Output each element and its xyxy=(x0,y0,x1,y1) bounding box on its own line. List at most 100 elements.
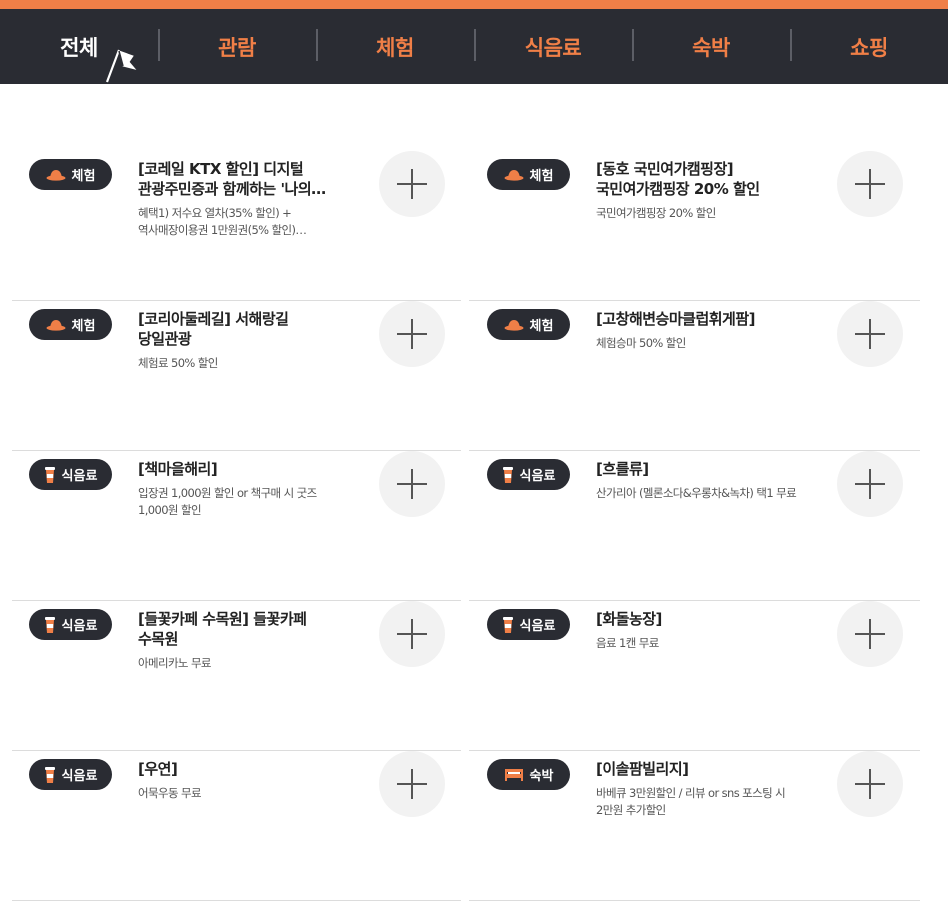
title-line: [코레일 KTX 할인] 디지털 xyxy=(138,160,304,178)
benefit-title[interactable]: [책마을해리] xyxy=(138,459,348,479)
category-label: 체험 xyxy=(71,319,96,334)
top-accent-stripe xyxy=(0,0,948,9)
benefit-list: 체험 [코레일 KTX 할인] 디지털관광주민증과 함께하는 '나의… 혜택1) 저… xyxy=(0,151,948,901)
description-line: 산가리아 (멜론소다&우롱차&녹차) 택1 무료 xyxy=(596,486,797,500)
description-line: 체험료 50% 할인 xyxy=(138,356,218,370)
benefit-description: 어묵우동 무료 xyxy=(138,785,338,802)
category-label: 체험 xyxy=(529,169,554,184)
category-badge: 체험 xyxy=(487,309,570,340)
benefit-card[interactable]: 식음료 [들꽃카페 수목원] 들꽃카페수목원아메리카노 무료 xyxy=(12,601,461,751)
benefit-card[interactable]: 체험 [동호 국민여가캠핑장] 국민여가캠핑장 20% 할인 국민여가캠핑장 20% … xyxy=(469,151,920,301)
benefit-card[interactable]: 체험 [고창해변승마클럽휘게팜] 체험승마 50% 할인 xyxy=(469,301,920,451)
plus-icon xyxy=(397,319,427,349)
hat-icon xyxy=(46,169,66,181)
description-line: 1,000원 할인 xyxy=(138,503,202,517)
benefit-card[interactable]: 식음료 [우연] 어묵우동 무료 xyxy=(12,751,461,901)
expand-button[interactable] xyxy=(837,751,903,817)
category-label: 식음료 xyxy=(519,619,556,634)
benefit-title[interactable]: [화돌농장] xyxy=(596,609,816,629)
description-line: 입장권 1,000원 할인 or 책구매 시 굿즈 xyxy=(138,486,317,500)
category-badge: 체험 xyxy=(487,159,570,190)
description-line: 국민여가캠핑장 20% 할인 xyxy=(596,206,716,220)
category-nav: 전체 관람 체험 식음료 숙박 쇼핑 xyxy=(0,9,948,84)
expand-button[interactable] xyxy=(379,451,445,517)
category-badge: 식음료 xyxy=(29,609,112,640)
tab-label: 식음료 xyxy=(524,35,582,60)
category-label: 체험 xyxy=(529,319,554,334)
tab-1[interactable]: 관람 xyxy=(158,9,316,84)
benefit-title[interactable]: [흐를류] xyxy=(596,459,816,479)
category-label: 식음료 xyxy=(61,619,98,634)
expand-button[interactable] xyxy=(837,151,903,217)
description-line: 역사매장이용권 1만원권(5% 할인)… xyxy=(138,223,307,237)
description-line: 어묵우동 무료 xyxy=(138,786,202,800)
tab-4[interactable]: 숙박 xyxy=(632,9,790,84)
benefit-description: 체험승마 50% 할인 xyxy=(596,335,816,352)
plus-icon xyxy=(397,769,427,799)
tab-2[interactable]: 체험 xyxy=(316,9,474,84)
title-line: [우연] xyxy=(138,760,178,778)
description-line: 2만원 추가할인 xyxy=(596,803,666,817)
plus-icon xyxy=(855,769,885,799)
benefit-card[interactable]: 식음료 [책마을해리] 입장권 1,000원 할인 or 책구매 시 굿즈 1,000… xyxy=(12,451,461,601)
benefit-title[interactable]: [우연] xyxy=(138,759,348,779)
category-label: 식음료 xyxy=(519,469,556,484)
benefit-description: 혜택1) 저수요 열차(35% 할인) + 역사매장이용권 1만원권(5% 할인)… xyxy=(138,205,338,239)
benefit-description: 입장권 1,000원 할인 or 책구매 시 굿즈 1,000원 할인 xyxy=(138,485,338,519)
expand-button[interactable] xyxy=(379,151,445,217)
benefit-description: 음료 1캔 무료 xyxy=(596,635,816,652)
hat-icon xyxy=(504,319,524,331)
title-line: [흐를류] xyxy=(596,460,649,478)
benefit-title[interactable]: [들꽃카페 수목원] 들꽃카페수목원 xyxy=(138,609,348,649)
tab-label: 관람 xyxy=(218,35,256,60)
plus-icon xyxy=(397,169,427,199)
benefit-title[interactable]: [코레일 KTX 할인] 디지털관광주민증과 함께하는 '나의… xyxy=(138,159,348,199)
tab-5[interactable]: 쇼핑 xyxy=(790,9,948,84)
benefit-title[interactable]: [동호 국민여가캠핑장] 국민여가캠핑장 20% 할인 xyxy=(596,159,816,199)
expand-button[interactable] xyxy=(379,601,445,667)
title-line: 당일관광 xyxy=(138,330,192,348)
cup-icon xyxy=(502,616,514,634)
category-label: 체험 xyxy=(71,169,96,184)
benefit-title[interactable]: [코리아둘레길] 서해랑길 당일관광 xyxy=(138,309,348,349)
expand-button[interactable] xyxy=(379,301,445,367)
benefit-description: 아메리카노 무료 xyxy=(138,655,338,672)
tab-label: 체험 xyxy=(376,35,414,60)
expand-button[interactable] xyxy=(837,451,903,517)
title-line: [들꽃카페 수목원] 들꽃카페 xyxy=(138,610,307,628)
title-line: [동호 국민여가캠핑장] xyxy=(596,160,734,178)
cup-icon xyxy=(44,766,56,784)
expand-button[interactable] xyxy=(837,301,903,367)
expand-button[interactable] xyxy=(837,601,903,667)
cup-icon xyxy=(502,466,514,484)
category-badge: 식음료 xyxy=(487,459,570,490)
description-line: 체험승마 50% 할인 xyxy=(596,336,686,350)
category-badge: 숙박 xyxy=(487,759,570,790)
hat-icon xyxy=(504,169,524,181)
flag-icon xyxy=(105,49,137,83)
title-line: [책마을해리] xyxy=(138,460,218,478)
plus-icon xyxy=(855,619,885,649)
benefit-title[interactable]: [고창해변승마클럽휘게팜] xyxy=(596,309,816,329)
title-line: [화돌농장] xyxy=(596,610,662,628)
plus-icon xyxy=(855,319,885,349)
benefit-card[interactable]: 체험 [코레일 KTX 할인] 디지털관광주민증과 함께하는 '나의… 혜택1) 저… xyxy=(12,151,461,301)
benefit-card[interactable]: 식음료 [흐를류] 산가리아 (멜론소다&우롱차&녹차) 택1 무료 xyxy=(469,451,920,601)
hat-icon xyxy=(46,319,66,331)
benefit-card[interactable]: 숙박 [이솔팜빌리지] 바베큐 3만원할인 / 리뷰 or sns 포스팅 시 2만원… xyxy=(469,751,920,901)
benefit-card[interactable]: 체험 [코리아둘레길] 서해랑길 당일관광체험료 50% 할인 xyxy=(12,301,461,451)
tab-3[interactable]: 식음료 xyxy=(474,9,632,84)
tab-label: 전체 xyxy=(60,35,98,60)
benefit-card[interactable]: 식음료 [화돌농장] 음료 1캔 무료 xyxy=(469,601,920,751)
category-badge: 식음료 xyxy=(29,759,112,790)
benefit-description: 바베큐 3만원할인 / 리뷰 or sns 포스팅 시 2만원 추가할인 xyxy=(596,785,816,819)
category-badge: 체험 xyxy=(29,159,112,190)
cup-icon xyxy=(44,616,56,634)
plus-icon xyxy=(397,469,427,499)
title-line: 수목원 xyxy=(138,630,178,648)
title-line: 국민여가캠핑장 20% 할인 xyxy=(596,180,760,198)
benefit-title[interactable]: [이솔팜빌리지] xyxy=(596,759,816,779)
bed-icon xyxy=(504,768,524,782)
title-line: 관광주민증과 함께하는 '나의… xyxy=(138,180,326,198)
expand-button[interactable] xyxy=(379,751,445,817)
